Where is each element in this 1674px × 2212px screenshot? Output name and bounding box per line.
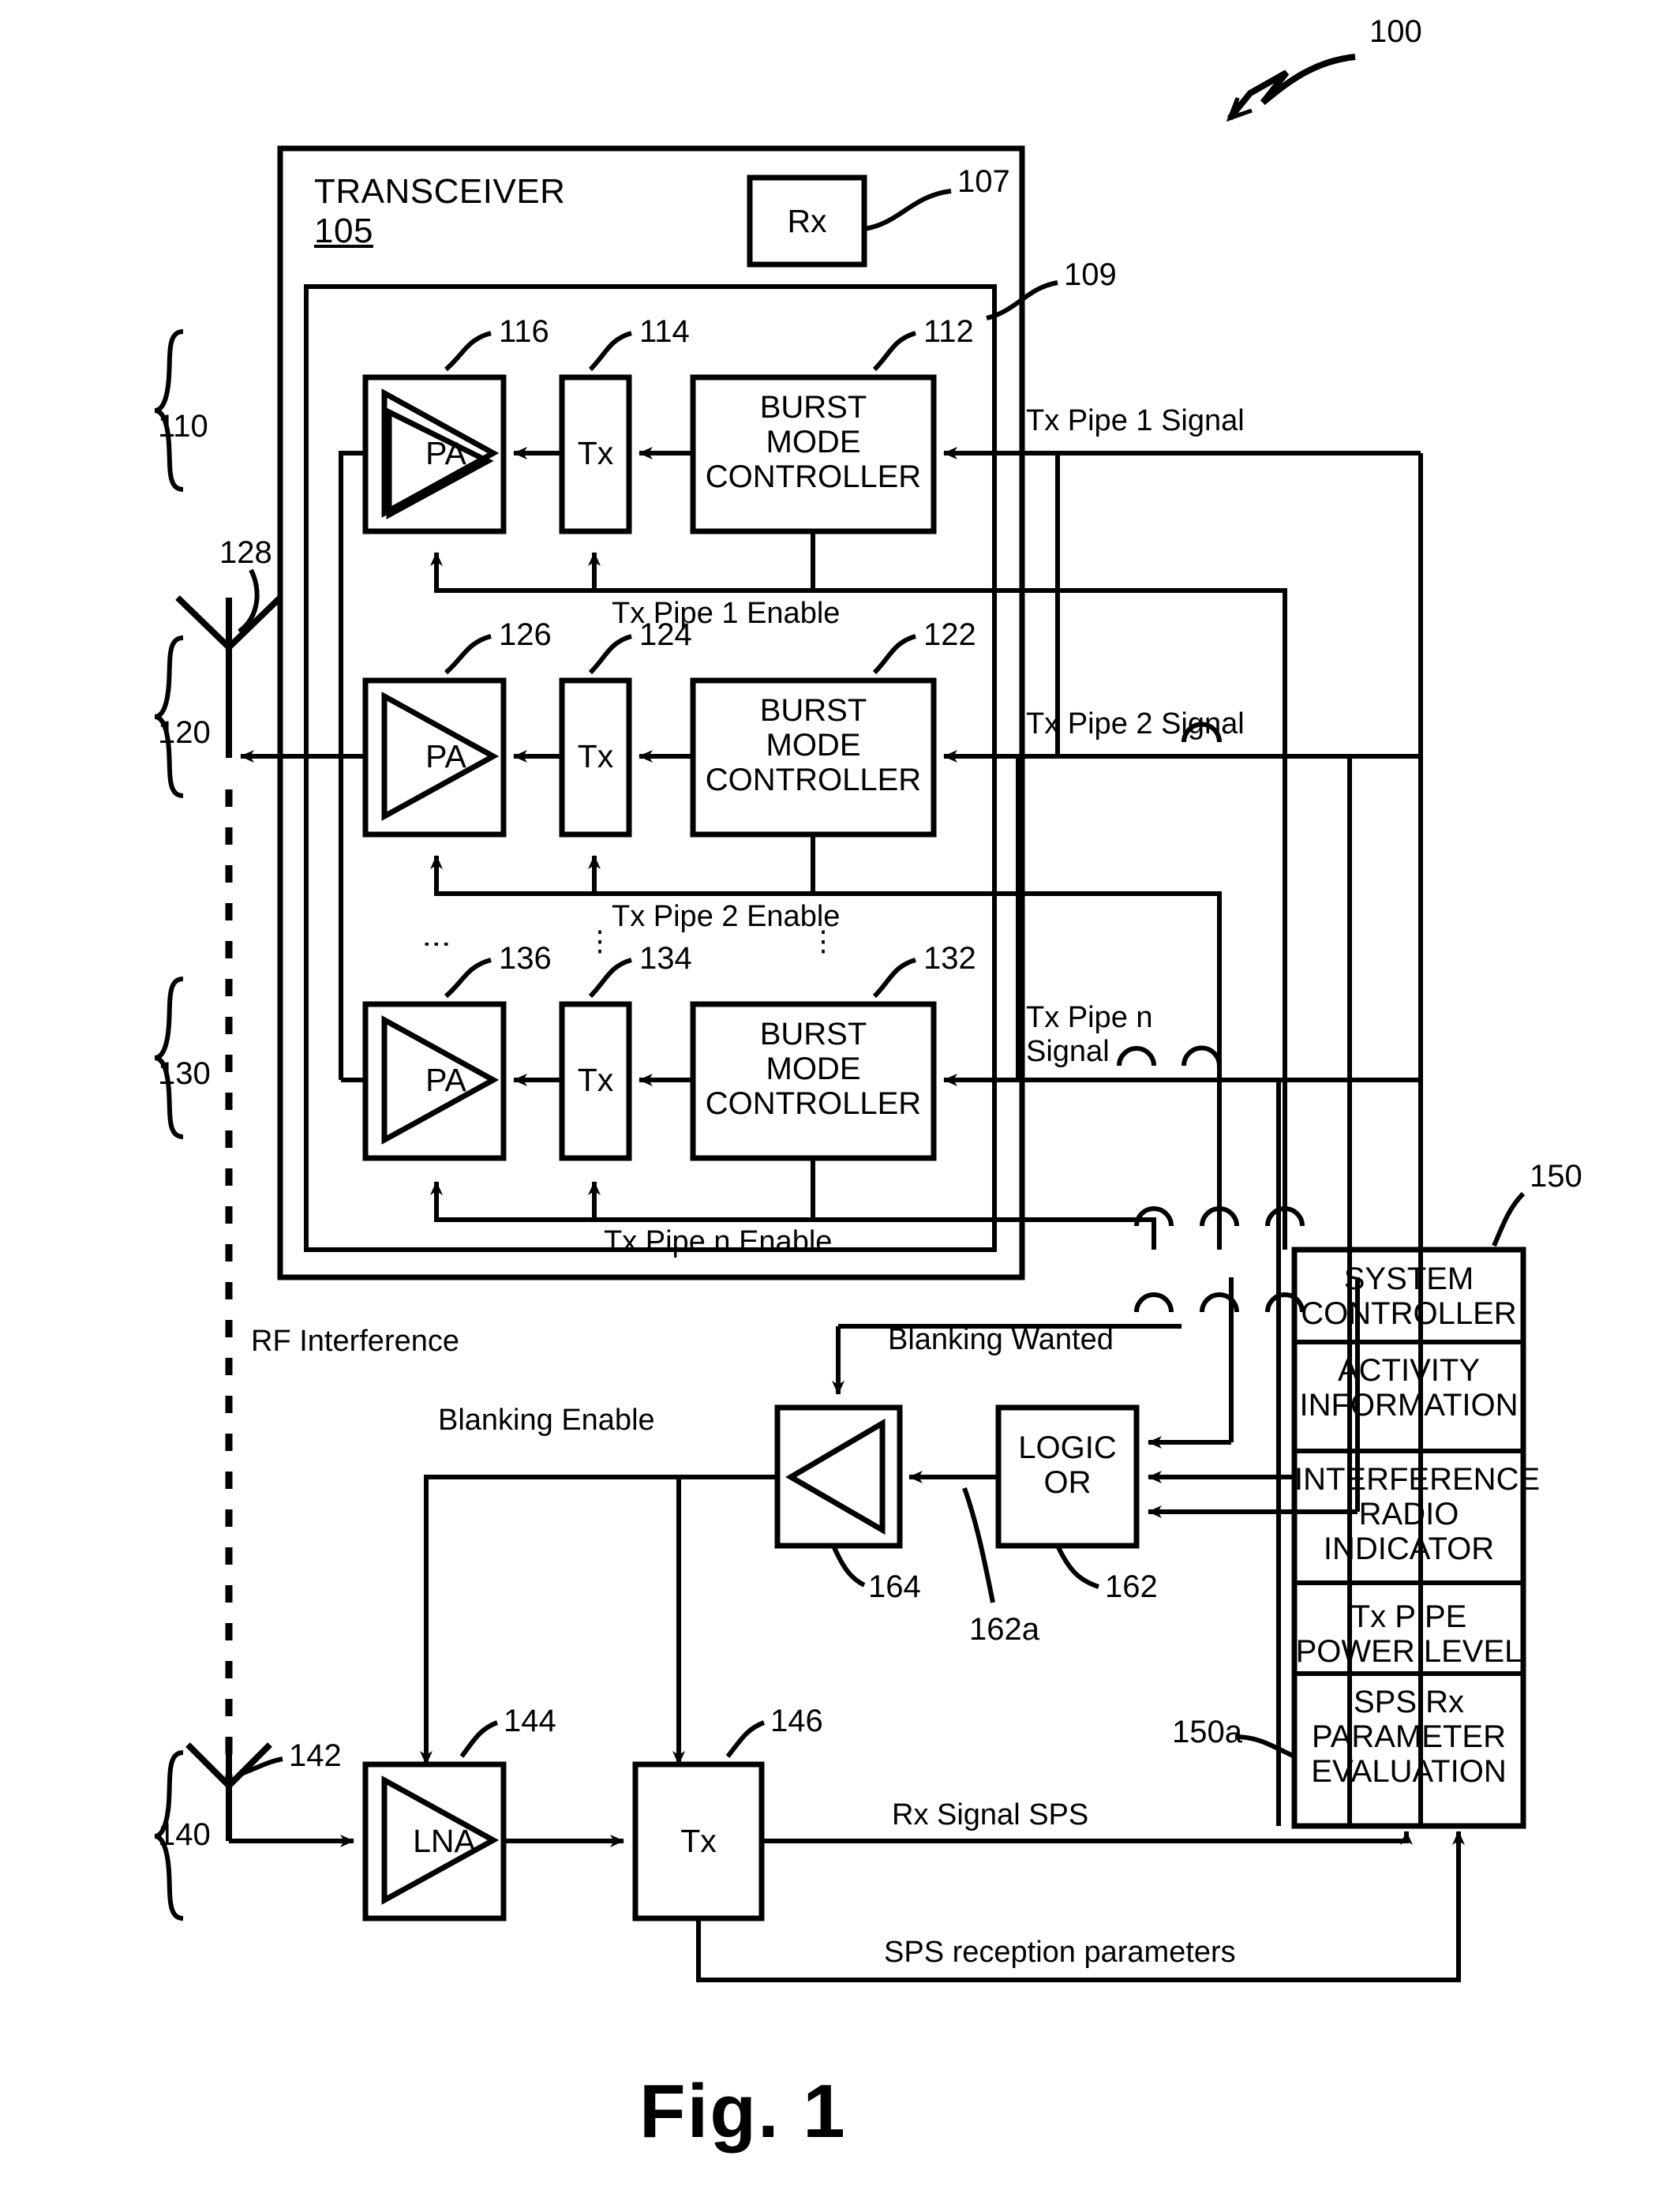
- system-controller-row-0: SYSTEM CONTROLLER: [1301, 1262, 1517, 1331]
- system-controller-sub-reference-150a: 150a: [1172, 1715, 1242, 1749]
- group-reference-120: 120: [158, 715, 211, 750]
- pa-reference-136: 136: [499, 941, 552, 976]
- tx-reference-134: 134: [639, 941, 692, 976]
- pa-reference-126: 126: [499, 617, 552, 652]
- lna-reference-144: 144: [504, 1704, 556, 1738]
- pa-label-116: PA: [425, 435, 466, 471]
- rx-signal-sps-label: Rx Signal SPS: [892, 1798, 1089, 1831]
- blanking-wanted-label: Blanking Wanted: [888, 1323, 1114, 1356]
- tx-antenna-reference-128: 128: [219, 535, 272, 570]
- tx-reference-124: 124: [639, 617, 692, 652]
- tx-label-124: Tx: [577, 738, 614, 774]
- system-controller-row-4: SPS Rx PARAMETER EVALUATION: [1311, 1685, 1507, 1789]
- tx-pipe-2-enable-label: Tx Pipe 2 Enable: [612, 900, 841, 933]
- vertical-ellipsis-pa: ⋮: [421, 930, 455, 958]
- inner-boundary-reference-109: 109: [1064, 257, 1117, 292]
- controller-reference-112: 112: [923, 314, 974, 349]
- tx-pipe-1-signal-label: Tx Pipe 1 Signal: [1026, 404, 1245, 437]
- blanking-amplifier-reference-164: 164: [868, 1569, 921, 1604]
- transceiver-reference: 105: [314, 212, 373, 250]
- group-reference-140: 140: [158, 1817, 211, 1852]
- rx-block-reference-107: 107: [957, 164, 1010, 199]
- tx-label-134: Tx: [577, 1062, 614, 1098]
- controller-reference-122: 122: [923, 617, 976, 652]
- sps-tx-label-146: Tx: [680, 1823, 717, 1859]
- pa-reference-116: 116: [499, 314, 549, 349]
- tx-reference-114: 114: [639, 314, 690, 349]
- tx-label-114: Tx: [577, 435, 614, 471]
- logic-or-reference-162: 162: [1105, 1569, 1158, 1604]
- rx-block-label: Rx: [787, 203, 827, 239]
- blanking-enable-label: Blanking Enable: [438, 1404, 655, 1437]
- rf-interference-label: RF Interference: [251, 1325, 459, 1358]
- patent-figure: 100 TRANSCEIVER 105 Rx 107 109 110 PA 11…: [0, 0, 1674, 2212]
- group-reference-130: 130: [158, 1056, 211, 1091]
- vertical-ellipsis-controller: ⋮: [809, 924, 837, 957]
- tx-pipe-n-signal-label: Tx Pipe n Signal: [1026, 1001, 1153, 1068]
- system-controller-row-1: ACTIVITY INFORMATION: [1299, 1353, 1519, 1423]
- system-controller-reference-150: 150: [1530, 1159, 1582, 1194]
- group-reference-110: 110: [158, 409, 208, 444]
- logic-or-block-label: LOGIC OR: [1018, 1430, 1117, 1500]
- transceiver-title: TRANSCEIVER: [314, 172, 566, 211]
- burst-mode-controller-132: BURST MODE CONTROLLER: [705, 1017, 922, 1121]
- system-reference-100: 100: [1369, 14, 1422, 49]
- burst-mode-controller-112: BURST MODE CONTROLLER: [705, 390, 922, 494]
- pa-label-136: PA: [425, 1062, 466, 1098]
- logic-or-output-reference-162a: 162a: [969, 1612, 1039, 1647]
- burst-mode-controller-122: BURST MODE CONTROLLER: [705, 693, 922, 797]
- system-controller-row-3: Tx PIPE POWER LEVEL: [1295, 1599, 1522, 1669]
- sps-tx-reference-146: 146: [770, 1704, 823, 1738]
- tx-pipe-n-enable-label: Tx Pipe n Enable: [604, 1225, 833, 1258]
- lna-label-144: LNA: [413, 1823, 476, 1859]
- controller-reference-132: 132: [923, 941, 976, 976]
- figure-caption: Fig. 1: [639, 2069, 847, 2154]
- rx-antenna-reference-142: 142: [289, 1738, 342, 1773]
- system-controller-row-2: INTERFERENCE RADIO INDICATOR: [1294, 1462, 1541, 1566]
- pa-label-126: PA: [425, 738, 466, 774]
- tx-pipe-2-signal-label: Tx Pipe 2 Signal: [1026, 707, 1245, 740]
- vertical-ellipsis-tx: ⋮: [586, 924, 614, 957]
- sps-reception-parameters-label: SPS reception parameters: [884, 1936, 1236, 1969]
